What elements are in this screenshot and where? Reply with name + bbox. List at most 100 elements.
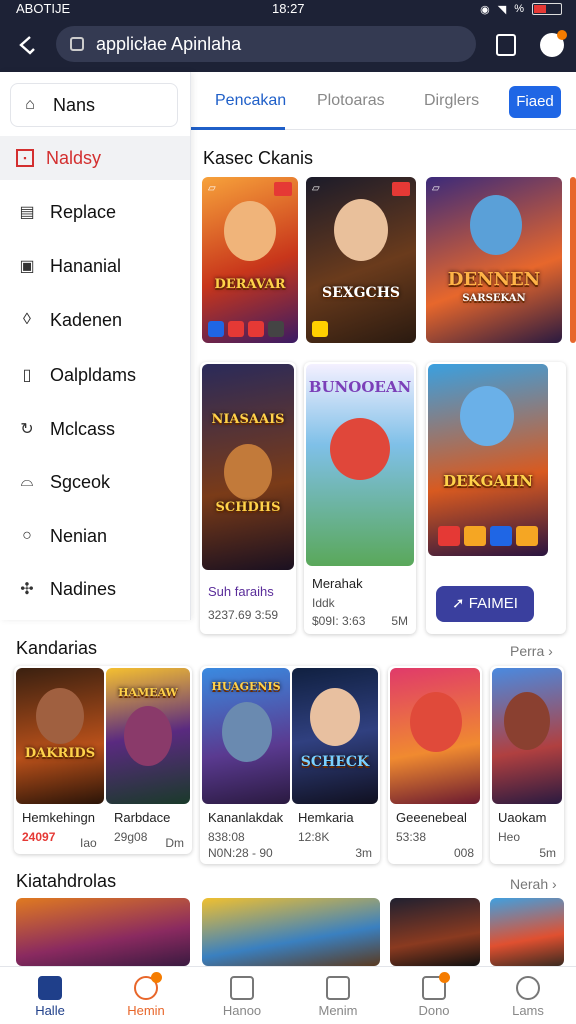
game-logo: SCHECK [300,754,370,770]
game-card-art[interactable] [16,898,190,966]
character-illustration [124,706,172,766]
game-logo: BUNOOEAN [308,378,412,396]
game-card-art: BUNOOEAN [306,364,414,566]
game-extra-2: N0N:28 - 90 [208,846,273,860]
back-icon[interactable] [14,32,40,58]
game-name: Hemkehingn [22,810,95,825]
game-logo-2: SCHDHS [215,500,281,515]
game-extra: 008 [453,846,474,860]
nav-label: Dono [418,1003,450,1018]
bag-icon: ⌓ [20,473,34,490]
character-illustration [224,444,272,500]
sidebar-item-oalpldams[interactable]: ▯ Oalpldams [0,353,190,397]
store-icon [326,976,350,1000]
address-bar[interactable]: applicłae Apinlaha [56,26,476,62]
game-card-art [492,668,562,804]
sidebar-item-label: Mclcass [50,418,116,439]
game-name: Suh faraihs [208,584,274,599]
sidebar-item-replace[interactable]: ▤ Replace [0,190,190,234]
game-subtitle: SARSEKAN [462,293,526,304]
shield-icon: ◊ [23,311,31,328]
game-card[interactable]: NIASAAIS SCHDHS Suh faraihs 3237.69 3:59 [200,362,296,634]
nav-profile[interactable]: Lams [480,967,576,1024]
sidebar-item-active[interactable]: ▪ Naldsy [0,136,190,180]
game-card[interactable]: HUAGENIS SCHECK Kananlakdak Hemkaria 838… [200,666,380,864]
game-name: Rarbdace [114,810,171,825]
tab-pencakan[interactable]: Pencakan [215,92,286,110]
url-text: applicłae Apinlaha [96,34,242,54]
game-price: 838:08 [208,830,245,844]
nav-label: Lams [512,1003,544,1018]
platform-icon: ▱ [208,183,216,194]
browser-toolbar: applicłae Apinlaha [0,18,576,72]
character-illustration [470,195,522,255]
game-card-art[interactable] [390,898,480,966]
game-card-art-partial[interactable] [570,177,576,343]
game-name: Merahak [312,576,363,591]
nav-chat[interactable]: Hemin [98,967,194,1024]
carrier-label: ABOTIJE [16,1,71,16]
notification-dot [439,972,450,983]
play-button[interactable]: ➚ FAIMEI [436,586,534,622]
sidebar-item-label: Nadines [50,578,117,599]
game-logo: SEXGCHS [321,285,401,301]
see-more-link[interactable]: Perra › [510,643,553,659]
game-card-art: NIASAAIS SCHDHS [202,364,294,570]
tab-plotoaras[interactable]: Plotoaras [317,92,385,110]
feature-icons [208,321,284,337]
game-card-art[interactable] [202,898,380,966]
feature-icons [312,321,328,337]
game-price: Heo [498,830,521,844]
sidebar-item-nadines[interactable]: ✣ Nadines [0,567,190,611]
tab-dirglers[interactable]: Dirglers [424,92,479,110]
sidebar-item-home[interactable]: ⌂ Nans [10,83,178,127]
game-card[interactable]: BUNOOEAN Merahak Iddk $09I: 3:63 5M [304,362,416,634]
game-price: 12:8K [298,830,330,844]
sidebar-item-nenian[interactable]: ○ Nenian [0,514,190,558]
nav-map[interactable]: Dono [386,967,482,1024]
nav-label: Menim [318,1003,358,1018]
gamepad-icon [230,976,254,1000]
profile-avatar[interactable] [540,30,567,57]
tab-switcher-icon[interactable] [496,34,516,56]
nav-store[interactable]: Menim [290,967,386,1024]
game-card-art[interactable] [490,898,564,966]
sidebar-item-mclcass[interactable]: ↻ Mclcass [0,407,190,451]
game-name: Kananlakdak [208,810,284,825]
game-card-art[interactable]: ▱ DERAVAR [202,177,298,343]
game-extra: 3m [355,846,372,860]
game-card[interactable]: Uaokam Heo 5m [490,666,564,864]
game-extra: Iao [80,836,97,850]
character-illustration [334,199,388,261]
clock: 18:27 [272,1,305,16]
notification-dot [557,30,567,40]
sidebar-item-hananial[interactable]: ▣ Hananial [0,244,190,288]
game-card-art[interactable]: ▱ DENNEN SARSEKAN [426,177,562,343]
section-title-kandarias: Kandarias [16,638,98,658]
game-extra: Dm [165,836,184,850]
sidebar-item-label: Nenian [50,525,108,546]
character-illustration [310,688,360,746]
rating-badge [274,182,292,196]
game-card-art[interactable]: ▱ SEXGCHS [306,177,416,343]
game-card-art: SCHECK [292,668,378,804]
platform-icon: ▱ [432,183,440,194]
character-illustration [504,692,550,750]
sidebar-item-kadenen[interactable]: ◊ Kadenen [0,298,190,342]
sidebar-item-sgceok[interactable]: ⌓ Sgceok [0,460,190,504]
game-meta-3: 5M [391,614,408,628]
chat-icon [134,972,162,1000]
filter-button[interactable]: Fiaed [509,86,561,118]
nav-games[interactable]: Hanoo [194,967,290,1024]
sidebar-item-label: Nans [53,94,96,115]
game-card-art: DAKRIDS [16,668,104,804]
game-card-art: DEKGAHN [428,364,548,556]
document-icon: ▤ [19,204,35,221]
platform-icon: ▱ [312,183,320,194]
see-more-link[interactable]: Nerah › [510,876,557,892]
character-illustration [36,688,84,744]
home-icon: ⌂ [25,96,35,113]
nav-home[interactable]: Halle [2,967,98,1024]
game-card[interactable]: DAKRIDS HAMEAW Hemkehingn Rarbdace 24097… [14,666,192,854]
game-card[interactable]: Geeenebeal 53:38 008 [388,666,482,864]
